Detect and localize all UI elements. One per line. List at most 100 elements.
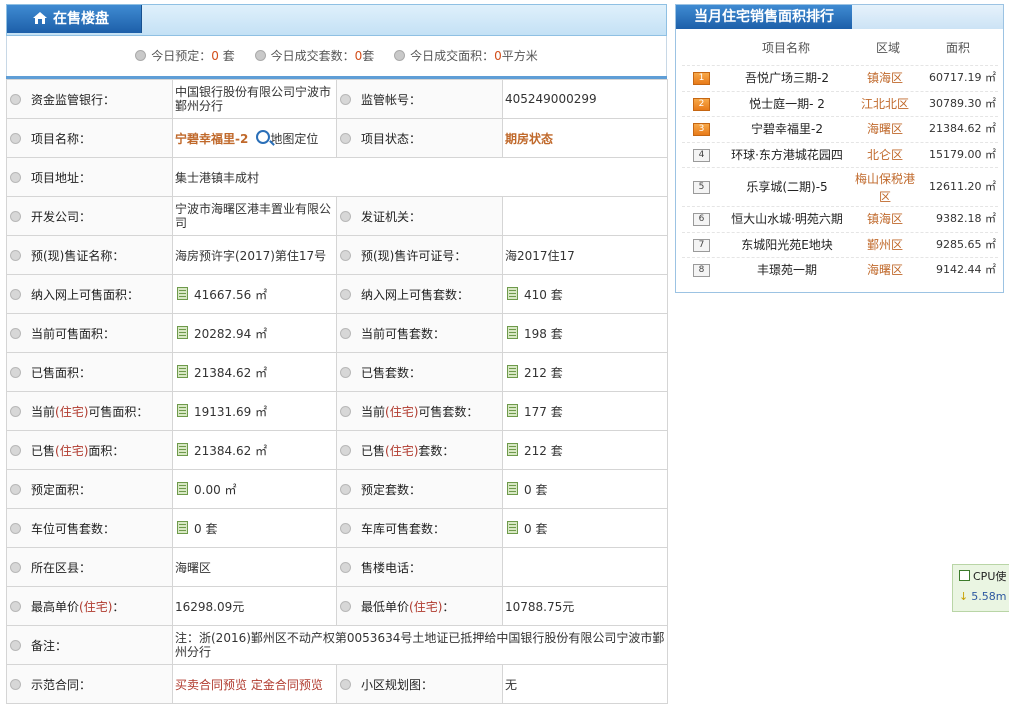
table-row: 已售(住宅)面积： 21384.62 ㎡ 已售(住宅)套数： 212 套 xyxy=(6,430,668,470)
ranking-project-name[interactable]: 恒大山水城·明苑六期 xyxy=(712,207,862,231)
table-row: 项目名称： 宁碧幸福里-2 地图定位 项目状态： 期房状态 xyxy=(6,118,668,158)
sale-contract-link[interactable]: 买卖合同预览 xyxy=(175,678,247,692)
permit-no-value: 海2017住17 xyxy=(502,235,668,275)
ranking-project-name[interactable]: 宁碧幸福里-2 xyxy=(712,117,862,141)
label-cell: 发证机关： xyxy=(336,196,503,236)
bullet-icon xyxy=(340,249,351,261)
label-cell: 当前可售套数： xyxy=(336,313,503,353)
cpu-monitor-widget[interactable]: CPU使 ↓ 5.58m xyxy=(952,564,1009,612)
col-district: 区域 xyxy=(876,41,901,55)
label-cell: 纳入网上可售套数： xyxy=(336,274,503,314)
ranking-area: 9285.65 ㎡ xyxy=(936,237,996,251)
stat-units-sold: 今日成交套数：0套 xyxy=(254,36,374,76)
bank-value: 中国银行股份有限公司宁波市鄞州分行 xyxy=(172,79,337,119)
ranking-project-name[interactable]: 环球·东方港城花园四 xyxy=(712,143,862,167)
label-cell: 车位可售套数： xyxy=(6,508,173,548)
label-cell: 最高单价(住宅)： xyxy=(6,586,173,626)
label-cell: 已售套数： xyxy=(336,352,503,392)
bullet-icon xyxy=(10,444,21,456)
ranking-project-name[interactable]: 东城阳光苑E地块 xyxy=(712,233,862,257)
table-row: 备注： 注：浙(2016)鄞州区不动产权第0053634号土地证已抵押给中国银行… xyxy=(6,625,668,665)
bullet-icon xyxy=(340,444,351,456)
document-icon xyxy=(507,520,518,534)
magnifier-map-icon[interactable] xyxy=(256,129,271,144)
list-item[interactable]: 8 丰璟苑一期 海曙区 9142.44 ㎡ xyxy=(682,257,998,283)
list-item[interactable]: 4 环球·东方港城花园四 北仑区 15179.00 ㎡ xyxy=(682,141,998,168)
document-icon xyxy=(507,481,518,495)
label-cell: 资金监管银行： xyxy=(6,79,173,119)
bullet-icon xyxy=(10,171,21,183)
bullet-icon xyxy=(340,483,351,495)
project-info-table: 资金监管银行： 中国银行股份有限公司宁波市鄞州分行 监管帐号： 40524900… xyxy=(6,79,668,704)
label-cell: 项目地址： xyxy=(6,157,173,197)
table-row: 资金监管银行： 中国银行股份有限公司宁波市鄞州分行 监管帐号： 40524900… xyxy=(6,79,668,119)
bullet-icon xyxy=(10,483,21,495)
tab-on-sale[interactable]: 在售楼盘 xyxy=(7,5,142,33)
bullet-icon xyxy=(340,600,351,612)
ranking-district: 镇海区 xyxy=(866,212,903,226)
cpu-icon xyxy=(959,570,970,581)
map-locate-link[interactable]: 地图定位 xyxy=(270,132,318,146)
stat-reserved: 今日预定：0 套 xyxy=(135,36,235,76)
list-item[interactable]: 1 吾悦广场三期-2 镇海区 60717.19 ㎡ xyxy=(682,65,998,91)
bullet-icon xyxy=(10,93,21,105)
tab-title: 在售楼盘 xyxy=(53,11,109,27)
label-cell: 开发公司： xyxy=(6,196,173,236)
bullet-icon xyxy=(10,561,21,573)
sold-units-cell: 212 套 xyxy=(502,352,668,392)
ranking-panel: 当月住宅销售面积排行 项目名称 区域 面积 1 吾悦广场三期-2 镇海区 607… xyxy=(675,4,1004,293)
project-name[interactable]: 宁碧幸福里-2 xyxy=(175,132,248,146)
bullet-icon xyxy=(254,50,266,61)
bullet-icon xyxy=(10,132,21,144)
document-icon xyxy=(177,325,188,339)
ranking-district: 海曙区 xyxy=(866,263,903,277)
deposit-contract-link[interactable]: 定金合同预览 xyxy=(251,678,323,692)
label-cell: 最低单价(住宅)： xyxy=(336,586,503,626)
list-item[interactable]: 2 悦士庭一期- 2 江北北区 30789.30 ㎡ xyxy=(682,90,998,117)
ranking-project-name[interactable]: 乐享城(二期)-5 xyxy=(712,168,862,206)
table-row: 项目地址： 集士港镇丰成村 xyxy=(6,157,668,197)
table-row: 已售面积： 21384.62 ㎡ 已售套数： 212 套 xyxy=(6,352,668,392)
bullet-icon xyxy=(10,678,21,690)
bullet-icon xyxy=(10,639,21,651)
ranking-project-name[interactable]: 丰璟苑一期 xyxy=(712,258,862,282)
ranking-project-name[interactable]: 吾悦广场三期-2 xyxy=(712,66,862,90)
label-cell: 已售(住宅)面积： xyxy=(6,430,173,470)
bullet-icon xyxy=(10,366,21,378)
project-name-cell: 宁碧幸福里-2 地图定位 xyxy=(172,118,337,158)
ranking-district: 北仑区 xyxy=(866,147,903,162)
bullet-icon xyxy=(10,405,21,417)
document-icon xyxy=(507,325,518,339)
document-icon xyxy=(177,442,188,456)
bullet-icon xyxy=(340,288,351,300)
cur-units-cell: 198 套 xyxy=(502,313,668,353)
label-cell: 售楼电话： xyxy=(336,547,503,587)
list-item[interactable]: 6 恒大山水城·明苑六期 镇海区 9382.18 ㎡ xyxy=(682,206,998,232)
bullet-icon xyxy=(340,327,351,339)
document-icon xyxy=(177,364,188,378)
rank-badge: 2 xyxy=(693,97,710,111)
phone-value xyxy=(502,547,668,587)
document-icon xyxy=(177,520,188,534)
contract-links: 买卖合同预览 定金合同预览 xyxy=(172,664,337,704)
sold-res-units-cell: 212 套 xyxy=(502,430,668,470)
document-icon xyxy=(507,286,518,300)
cur-res-units-cell: 177 套 xyxy=(502,391,668,431)
bullet-icon xyxy=(394,50,406,61)
bullet-icon xyxy=(10,327,21,339)
label-cell: 项目名称： xyxy=(6,118,173,158)
online-units-cell: 410 套 xyxy=(502,274,668,314)
list-item[interactable]: 3 宁碧幸福里-2 海曙区 21384.62 ㎡ xyxy=(682,116,998,142)
table-row: 示范合同： 买卖合同预览 定金合同预览 小区规划图： 无 xyxy=(6,664,668,704)
label-cell: 已售面积： xyxy=(6,352,173,392)
list-item[interactable]: 7 东城阳光苑E地块 鄞州区 9285.65 ㎡ xyxy=(682,231,998,258)
bullet-icon xyxy=(10,522,21,534)
label-cell: 车库可售套数： xyxy=(336,508,503,548)
list-item[interactable]: 5 乐享城(二期)-5 梅山保税港区 12611.20 ㎡ xyxy=(682,167,998,206)
rank-badge: 1 xyxy=(693,72,710,85)
ranking-project-name[interactable]: 悦士庭一期- 2 xyxy=(712,92,862,116)
sold-area-cell: 21384.62 ㎡ xyxy=(172,352,337,392)
ranking-area: 9382.18 ㎡ xyxy=(936,212,996,225)
label-cell: 预(现)售证名称： xyxy=(6,235,173,275)
table-row: 纳入网上可售面积： 41667.56 ㎡ 纳入网上可售套数： 410 套 xyxy=(6,274,668,314)
